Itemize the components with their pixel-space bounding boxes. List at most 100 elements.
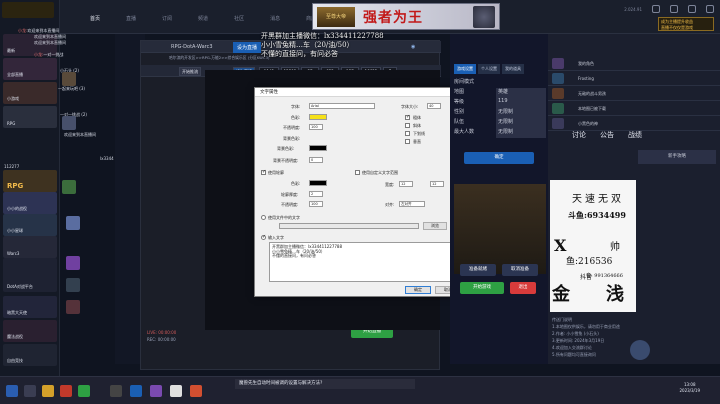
system-clock[interactable]: 13:08 2023/3/19 (679, 382, 700, 394)
input-text-label: 输入文字 (268, 235, 284, 240)
app-icon[interactable] (78, 385, 90, 397)
tab-channel[interactable]: 频道 (198, 15, 208, 22)
tab-community[interactable]: 社区 (234, 15, 244, 22)
streamer-avatar[interactable] (630, 340, 650, 360)
outline-opacity-input[interactable]: 100 (309, 201, 323, 207)
browse-button[interactable]: 浏览 (423, 222, 447, 230)
start-game-button[interactable]: 开始游戏 (460, 282, 504, 294)
app-icon[interactable] (110, 385, 122, 397)
setting-value[interactable]: 无限制 (496, 128, 546, 138)
tab-message[interactable]: 消息 (270, 15, 280, 22)
width-input[interactable]: 12 (399, 181, 413, 187)
align-select[interactable]: 左对齐 (399, 201, 425, 207)
douyu-id: 斗鱼:6934499 (568, 210, 626, 220)
tab-subscribe[interactable]: 订阅 (162, 15, 172, 22)
opacity-input[interactable]: 100 (309, 124, 323, 130)
tab-discussion[interactable]: 讨论 (572, 130, 586, 140)
char-row[interactable]: 无敌的战斗男孩 (548, 86, 720, 101)
text-input-area[interactable]: 开黑群加主播微信：lx334411227788 小小雪兔精…车（20/油/50）… (269, 242, 461, 282)
app-icon[interactable] (42, 385, 54, 397)
char-row[interactable]: 小黑色的神 (548, 116, 720, 131)
tab-personal-settings[interactable]: 个人设置 (478, 64, 500, 74)
tab-game-settings[interactable]: 游戏设置 (454, 64, 476, 74)
use-file-label: 使用文件中的文字 (268, 215, 300, 220)
bg-color-label-2: 背景色彩: (277, 146, 295, 151)
text-color-swatch[interactable] (309, 114, 327, 120)
outline-opacity-label: 不透明度: (281, 202, 299, 207)
bg-color-swatch[interactable] (309, 145, 327, 151)
bg-opacity-input[interactable]: 0 (309, 157, 323, 163)
beginner-guide-button[interactable]: 新手攻略 (638, 150, 716, 164)
tab-announcement[interactable]: 公告 (600, 130, 614, 140)
tab-live[interactable]: 直播 (126, 15, 136, 22)
width-label: 宽度: (385, 182, 395, 187)
underline-checkbox[interactable] (405, 131, 410, 136)
exit-button[interactable]: 退出 (510, 282, 536, 294)
close-icon[interactable] (706, 5, 714, 13)
avatar[interactable] (66, 216, 80, 230)
setting-value[interactable]: 无限制 (496, 108, 546, 118)
chat-line: 小龙:欢迎来到本直播间 (18, 28, 60, 33)
avatar[interactable] (62, 72, 76, 86)
chat-line: lx3344 (100, 156, 114, 161)
avatar[interactable] (62, 116, 76, 130)
tab-my-items[interactable]: 我的道具 (502, 64, 524, 74)
app-icon[interactable] (60, 385, 72, 397)
avatar[interactable] (62, 180, 76, 194)
setting-value[interactable]: 119 (496, 98, 546, 108)
set-live-button[interactable]: 设为直播 (233, 42, 262, 53)
avatar[interactable] (66, 300, 80, 314)
obs-left-button[interactable]: 开始推流 (179, 67, 201, 76)
vertical-label: 垂直 (413, 139, 421, 144)
ready-button[interactable]: 准备就绪 (460, 264, 496, 276)
confirm-button[interactable]: 确定 (464, 152, 534, 164)
broadcast-icon[interactable]: ◉ (411, 44, 415, 50)
height-input[interactable]: 12 (430, 181, 444, 187)
chat-line: 112277 (4, 164, 20, 169)
vertical-checkbox[interactable] (405, 139, 410, 144)
overlay-line: 小小雪兔精…车（20/油/50） (261, 41, 354, 49)
ad-banner[interactable]: 至尊大帝 强者为王 (312, 3, 500, 30)
char-row[interactable]: Frosting (548, 71, 720, 86)
input-text-radio[interactable] (261, 234, 266, 240)
settings-icon[interactable] (652, 5, 660, 13)
setting-value[interactable]: 英雄 (496, 88, 546, 98)
app-icon[interactable] (190, 385, 202, 397)
unready-button[interactable]: 取消准备 (502, 264, 538, 276)
notification-bar[interactable]: 魔兽先生自动时间被调的设置与解决方法? (235, 379, 415, 389)
font-select[interactable]: Arial (309, 103, 375, 109)
app-icon[interactable] (150, 385, 162, 397)
ok-button[interactable]: 确定 (405, 286, 431, 294)
font-size-input[interactable]: 40 (427, 103, 441, 109)
maximize-icon[interactable] (688, 5, 696, 13)
use-file-radio[interactable] (261, 215, 266, 220)
avatar[interactable] (66, 256, 80, 270)
promo-badge[interactable]: 成为主播提升收益 直播不仅仅是游戏 (658, 17, 714, 31)
italic-checkbox[interactable] (405, 123, 410, 128)
start-icon[interactable] (6, 385, 18, 397)
bold-checkbox[interactable] (405, 114, 410, 120)
outline-color-swatch[interactable] (309, 180, 327, 186)
file-path-input[interactable] (279, 223, 419, 229)
avatar (552, 73, 564, 84)
bold-label: 粗体 (413, 115, 421, 120)
search-icon[interactable] (24, 385, 36, 397)
app-icon[interactable] (170, 385, 182, 397)
custom-area-checkbox[interactable] (355, 170, 360, 175)
avatar (552, 58, 564, 69)
setting-value[interactable]: 无限制 (496, 118, 546, 128)
setting-label: 地图 (454, 89, 465, 95)
setting-label: 等级 (454, 99, 465, 105)
outline-checkbox[interactable] (261, 169, 266, 175)
outline-size-label: 轮廓厚度: (281, 192, 299, 197)
avatar (552, 88, 564, 99)
outline-size-input[interactable]: 2 (309, 191, 323, 197)
avatar[interactable] (66, 278, 80, 292)
app-icon[interactable] (130, 385, 142, 397)
char-row[interactable]: 我的角色 (548, 56, 720, 71)
tab-record[interactable]: 战绩 (628, 130, 642, 140)
minimize-icon[interactable] (670, 5, 678, 13)
char-row[interactable]: 本地图已被下载 (548, 101, 720, 116)
dialog-title: 文字属性 (255, 88, 465, 97)
outline-label: 使用轮廓 (268, 170, 284, 175)
